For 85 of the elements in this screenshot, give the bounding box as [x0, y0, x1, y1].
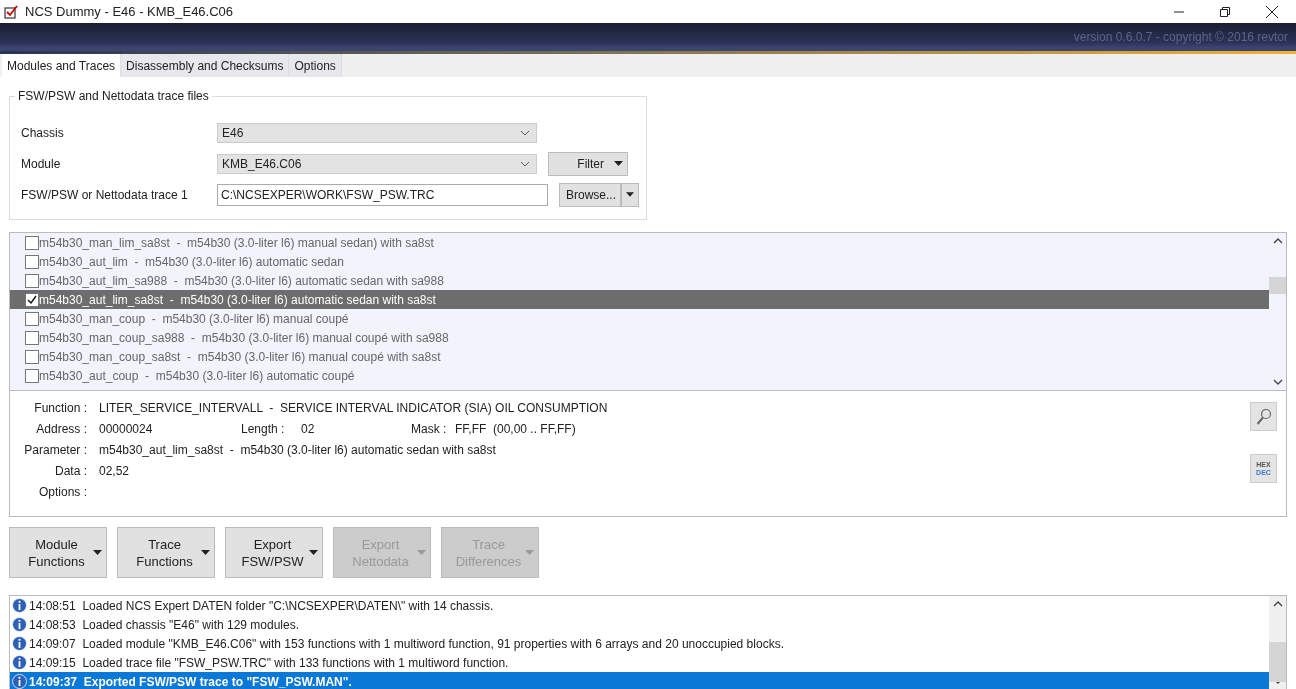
tab[interactable]: Disassembly and Checksums	[121, 54, 290, 77]
parameter-label: m54b30_aut_lim_sa8st - m54b30 (3.0-liter l6) automatic sedan with sa8st	[39, 292, 436, 307]
checkbox[interactable]	[25, 254, 39, 269]
checkbox[interactable]	[25, 349, 39, 364]
parameter-label: m54b30_man_lim_sa8st - m54b30 (3.0-liter l6) manual sedan) with sa8st	[39, 235, 434, 250]
detail-value: 02,52	[99, 463, 130, 478]
caret-icon	[201, 550, 210, 555]
checkbox[interactable]	[25, 330, 39, 345]
chevron-icon	[520, 160, 530, 167]
parameter-row[interactable]: m54b30_man_lim_sa8st - m54b30 (3.0-liter l6) manual sedan) with sa8st	[10, 233, 1269, 252]
scroll-down-icon[interactable]	[1272, 379, 1283, 385]
scroll-thumb[interactable]	[1269, 642, 1286, 682]
scroll-thumb[interactable]	[1269, 277, 1286, 294]
scrollbar[interactable]	[1269, 596, 1286, 689]
parameter-row[interactable]: m54b30_man_coup - m54b30 (3.0-liter l6) manual coupé	[10, 309, 1269, 328]
group-title: FSW/PSW and Nettodata trace files	[17, 89, 210, 103]
action-button[interactable]: Export FSW/PSW	[225, 527, 323, 578]
parameter-label: m54b30_man_coup_sa988 - m54b30 (3.0-liter l6) manual coupé with sa988	[39, 330, 449, 345]
parameter-row[interactable]: m54b30_aut_lim_sa988 - m54b30 (3.0-liter l6) automatic sedan with sa988	[10, 271, 1269, 290]
log-entry[interactable]: 14:09:07 Loaded module "KMB_E46.C06" with 153 functions with 1 multiword function, 91 properties with 6 arrays and 20 unoccupied blocks.	[10, 634, 1269, 653]
info-icon	[12, 598, 27, 613]
parameter-label: m54b30_aut_coup - m54b30 (3.0-liter l6) automatic coupé	[39, 368, 355, 383]
restore-icon[interactable]	[1219, 5, 1231, 18]
log-entry[interactable]: 14:08:51 Loaded NCS Expert DATEN folder "C:\NCSEXPER\DATEN\" with 14 chassis.	[10, 596, 1269, 615]
info-icon	[12, 617, 27, 632]
parameter-row[interactable]: m54b30_aut_coup - m54b30 (3.0-liter l6) automatic coupé	[10, 366, 1269, 385]
log-entry[interactable]: 14:08:53 Loaded chassis "E46" with 129 modules.	[10, 615, 1269, 634]
caret-icon	[93, 550, 102, 555]
detail-value: 00000024	[99, 421, 154, 436]
caret-icon	[417, 550, 426, 555]
info-icon	[12, 636, 27, 651]
info-icon	[12, 674, 27, 689]
parameter-label: m54b30_aut_lim_sa988 - m54b30 (3.0-liter l6) automatic sedan with sa988	[39, 273, 444, 288]
checkbox[interactable]	[25, 235, 39, 250]
action-button[interactable]: Trace Functions	[117, 527, 215, 578]
log-entry[interactable]: 14:09:37 Exported FSW/PSW trace to "FSW_PSW.MAN".	[10, 672, 1269, 689]
detail-label: Length :	[241, 421, 286, 436]
detail-value: m54b30_aut_lim_sa8st - m54b30 (3.0-liter l6) automatic sedan with sa8st	[99, 442, 496, 457]
log-entry[interactable]: 14:09:15 Loaded trace file "FSW_PSW.TRC" with 133 functions with 1 multiword function.	[10, 653, 1269, 672]
chevron-icon	[520, 129, 530, 136]
parameter-row[interactable]: m54b30_man_coup_sa988 - m54b30 (3.0-liter l6) manual coupé with sa988	[10, 328, 1269, 347]
parameter-row[interactable]: m54b30_man_coup_sa8st - m54b30 (3.0-liter l6) manual coupé with sa8st	[10, 347, 1269, 366]
parameter-label: m54b30_man_coup - m54b30 (3.0-liter l6) manual coupé	[39, 311, 349, 326]
app-logo-icon	[4, 4, 18, 19]
field-label: Module	[21, 156, 62, 171]
detail-label: Mask :	[410, 421, 448, 436]
detail-label: Address :	[35, 421, 88, 436]
parameter-row[interactable]: m54b30_aut_lim - m54b30 (3.0-liter l6) automatic sedan	[10, 252, 1269, 271]
detail-value: 02	[301, 421, 316, 436]
close-icon[interactable]	[1265, 4, 1279, 19]
caret-icon	[626, 192, 634, 197]
caret-icon	[525, 550, 534, 555]
detail-value: FF,FF (00,00 .. FF,FF)	[455, 421, 576, 436]
detail-label: Options :	[37, 484, 88, 499]
field-label: FSW/PSW or Nettodata trace 1	[21, 187, 189, 202]
browse-button[interactable]: Browse...	[559, 182, 621, 207]
chassis-dropdown[interactable]: E46	[217, 122, 537, 143]
scroll-up-icon[interactable]	[1272, 238, 1283, 244]
tab[interactable]: Modules and Traces	[2, 54, 122, 77]
tab[interactable]: Options	[289, 54, 342, 77]
checkbox[interactable]	[25, 368, 39, 383]
search-button[interactable]	[1250, 402, 1277, 431]
caret-icon	[614, 161, 623, 166]
detail-label: Parameter :	[23, 442, 88, 457]
module-dropdown[interactable]: KMB_E46.C06	[217, 153, 537, 174]
parameter-label: m54b30_aut_lim - m54b30 (3.0-liter l6) automatic sedan	[39, 254, 344, 269]
checkbox[interactable]	[25, 311, 39, 326]
detail-value: LITER_SERVICE_INTERVALL - SERVICE INTERVAL INDICATOR (SIA) OIL CONSUMPTION	[99, 400, 608, 415]
detail-label: Data :	[54, 463, 88, 478]
scroll-up-icon[interactable]	[1272, 601, 1283, 607]
info-icon	[12, 655, 27, 670]
parameter-row[interactable]: m54b30_aut_lim_sa8st - m54b30 (3.0-liter l6) automatic sedan with sa8st	[10, 290, 1269, 309]
window-title: NCS Dummy - E46 - KMB_E46.C06	[25, 4, 234, 19]
field-label: Chassis	[21, 125, 65, 140]
browse-menu-button[interactable]	[621, 182, 639, 207]
action-button[interactable]: Module Functions	[9, 527, 107, 578]
detail-label: Function :	[33, 400, 88, 415]
version-text: version 0.6.0.7 - copyright © 2016 revtor	[1073, 30, 1288, 44]
trace-path-field[interactable]: C:\NCSEXPER\WORK\FSW_PSW.TRC	[217, 183, 548, 206]
checkbox[interactable]	[25, 273, 39, 288]
checkbox[interactable]	[25, 292, 39, 307]
filter-button[interactable]: Filter	[548, 151, 628, 176]
search-icon	[1255, 407, 1272, 426]
caret-icon	[309, 550, 318, 555]
parameter-label: m54b30_man_coup_sa8st - m54b30 (3.0-liter l6) manual coupé with sa8st	[39, 349, 441, 364]
